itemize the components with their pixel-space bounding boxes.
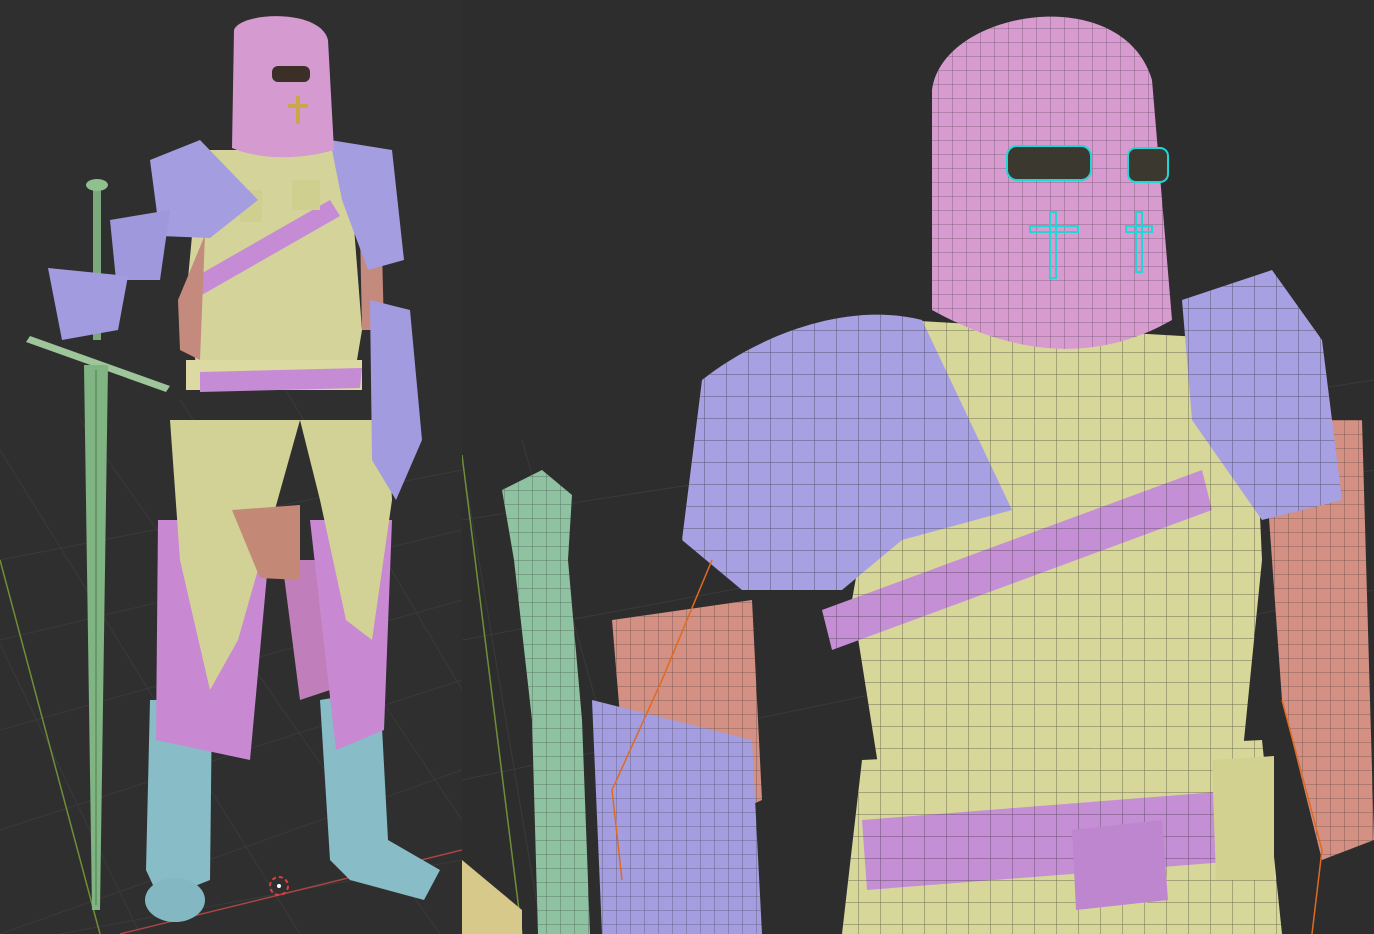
sword-handle — [462, 470, 590, 934]
eye-slot-left — [1006, 145, 1092, 181]
skirt — [156, 420, 392, 760]
viewport-solid[interactable] — [0, 0, 462, 934]
viewport-wireframe[interactable] — [462, 0, 1374, 934]
viewport-wireframe-scene — [462, 16, 1374, 934]
helmet — [932, 16, 1172, 349]
viewport-solid-scene — [0, 16, 462, 934]
left-arm — [592, 600, 762, 934]
render-canvas — [0, 0, 1374, 934]
axis-green-line — [0, 559, 101, 934]
helmet — [232, 16, 334, 158]
eye-slot-right — [1127, 147, 1169, 183]
